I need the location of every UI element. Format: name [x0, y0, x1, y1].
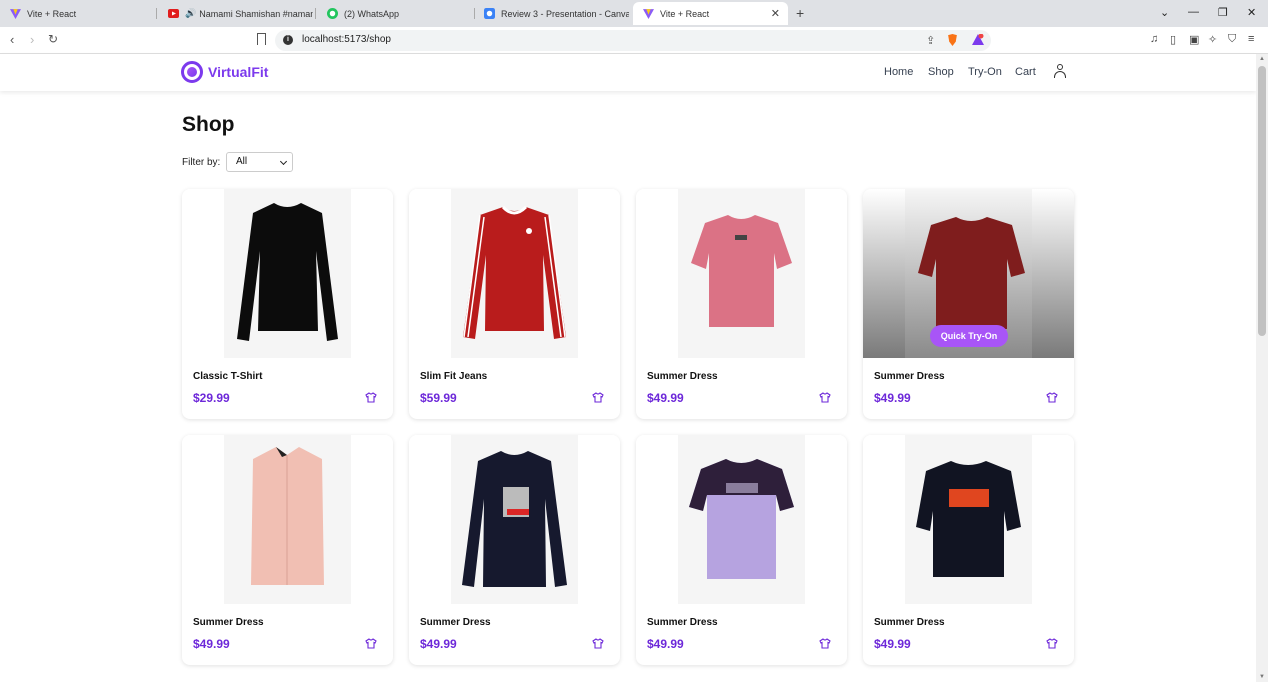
product-image [905, 435, 1032, 604]
product-card[interactable]: Summer Dress $49.99 [863, 435, 1074, 665]
product-image [224, 435, 351, 604]
filter-label: Filter by: [182, 157, 221, 168]
vpn-icon[interactable]: ⛉ [1228, 33, 1236, 46]
product-price: $49.99 [647, 391, 684, 405]
browser-tab-active[interactable]: Vite + React ✕ [633, 2, 788, 25]
site-info-icon[interactable]: i [283, 35, 293, 45]
nav-try-on[interactable]: Try-On [968, 66, 1002, 78]
nav-cart[interactable]: Cart [1015, 66, 1036, 78]
close-tab-icon[interactable]: ✕ [771, 7, 780, 20]
site-header: VirtualFit Home Shop Try-On Cart [0, 54, 1256, 91]
product-name: Summer Dress [647, 617, 718, 628]
shirt-icon[interactable] [592, 638, 604, 649]
chevron-down-icon [279, 157, 288, 166]
product-name: Slim Fit Jeans [420, 371, 488, 382]
browser-tab[interactable]: Vite + React [0, 2, 155, 25]
reload-button[interactable]: ↻ [48, 32, 58, 46]
shirt-icon[interactable] [1046, 638, 1058, 649]
leo-ai-icon[interactable]: ✧ [1208, 33, 1217, 46]
browser-tab-bar: Vite + React 🔊 Namami Shamishan #namamis… [0, 0, 1268, 27]
shirt-icon[interactable] [819, 392, 831, 403]
logo[interactable]: VirtualFit [181, 61, 268, 83]
product-card[interactable]: Summer Dress $49.99 [409, 435, 620, 665]
music-icon[interactable]: ♫ [1150, 33, 1158, 45]
menu-icon[interactable]: ≡ [1248, 33, 1254, 45]
tab-search-icon[interactable]: ⌄ [1160, 6, 1169, 19]
shirt-icon[interactable] [819, 638, 831, 649]
product-name: Summer Dress [874, 617, 945, 628]
scroll-down-arrow-icon[interactable]: ▼ [1259, 674, 1265, 680]
product-price: $49.99 [420, 637, 457, 651]
product-price: $49.99 [874, 391, 911, 405]
product-name: Summer Dress [874, 371, 945, 382]
close-window-button[interactable]: ✕ [1247, 6, 1256, 19]
browser-tab[interactable]: (2) WhatsApp [317, 2, 472, 25]
bookmark-icon[interactable] [257, 33, 266, 45]
brave-rewards-icon[interactable] [972, 33, 984, 48]
product-image [678, 435, 805, 604]
product-image [451, 189, 578, 358]
product-name: Summer Dress [420, 617, 491, 628]
address-bar-row: ‹ › ↻ i localhost:5173/shop ⇪ ♫ ▯ ▣ ✧ ⛉ … [0, 27, 1268, 54]
product-card[interactable]: Summer Dress $49.99 [182, 435, 393, 665]
url-text[interactable]: localhost:5173/shop [302, 34, 391, 45]
address-bar[interactable]: i localhost:5173/shop ⇪ [275, 30, 991, 51]
product-price: $49.99 [193, 637, 230, 651]
product-card[interactable]: Summer Dress $49.99 [636, 189, 847, 419]
product-name: Classic T-Shirt [193, 371, 263, 382]
wallet-icon[interactable]: ▣ [1189, 33, 1199, 46]
forward-button[interactable]: › [30, 32, 34, 47]
nav-shop[interactable]: Shop [928, 66, 954, 78]
product-card[interactable]: Classic T-Shirt $29.99 [182, 189, 393, 419]
user-icon[interactable] [1054, 64, 1066, 78]
canva-icon [484, 8, 495, 19]
product-card[interactable]: Quick Try-On Summer Dress $49.99 [863, 189, 1074, 419]
product-price: $49.99 [647, 637, 684, 651]
product-card[interactable]: Slim Fit Jeans $59.99 [409, 189, 620, 419]
nav-home[interactable]: Home [884, 66, 913, 78]
restore-button[interactable]: ❐ [1218, 6, 1228, 19]
browser-tab[interactable]: Review 3 - Presentation - Canva [474, 2, 629, 25]
product-image [451, 435, 578, 604]
vite-icon [10, 8, 21, 19]
product-card[interactable]: Summer Dress $49.99 [636, 435, 847, 665]
shirt-icon[interactable] [592, 392, 604, 403]
page-scrollbar[interactable]: ▲ ▼ [1256, 54, 1268, 682]
product-price: $59.99 [420, 391, 457, 405]
product-price: $29.99 [193, 391, 230, 405]
shirt-icon[interactable] [1046, 392, 1058, 403]
product-image [678, 189, 805, 358]
logo-icon [181, 61, 203, 83]
page-title: Shop [182, 113, 235, 136]
tab-separator [315, 8, 316, 19]
speaker-icon: 🔊 [185, 8, 197, 18]
tab-separator [156, 8, 157, 19]
product-name: Summer Dress [647, 371, 718, 382]
shirt-icon[interactable] [365, 638, 377, 649]
youtube-icon [168, 8, 179, 19]
product-price: $49.99 [874, 637, 911, 651]
browser-tab[interactable]: 🔊 Namami Shamishan #namamish [158, 2, 313, 25]
quick-try-on-button[interactable]: Quick Try-On [930, 325, 1008, 347]
shirt-icon[interactable] [365, 392, 377, 403]
vite-icon [643, 8, 654, 19]
whatsapp-icon [327, 8, 338, 19]
back-button[interactable]: ‹ [10, 32, 14, 47]
scroll-thumb[interactable] [1258, 66, 1266, 336]
scroll-up-arrow-icon[interactable]: ▲ [1259, 56, 1265, 62]
share-icon[interactable]: ⇪ [926, 34, 935, 47]
product-name: Summer Dress [193, 617, 264, 628]
brave-shield-icon[interactable] [947, 34, 958, 49]
new-tab-button[interactable]: + [796, 5, 804, 21]
minimize-button[interactable]: — [1188, 6, 1199, 18]
product-image [224, 189, 351, 358]
sidebar-icon[interactable]: ▯ [1170, 33, 1176, 46]
filter-select[interactable]: All [226, 152, 293, 172]
